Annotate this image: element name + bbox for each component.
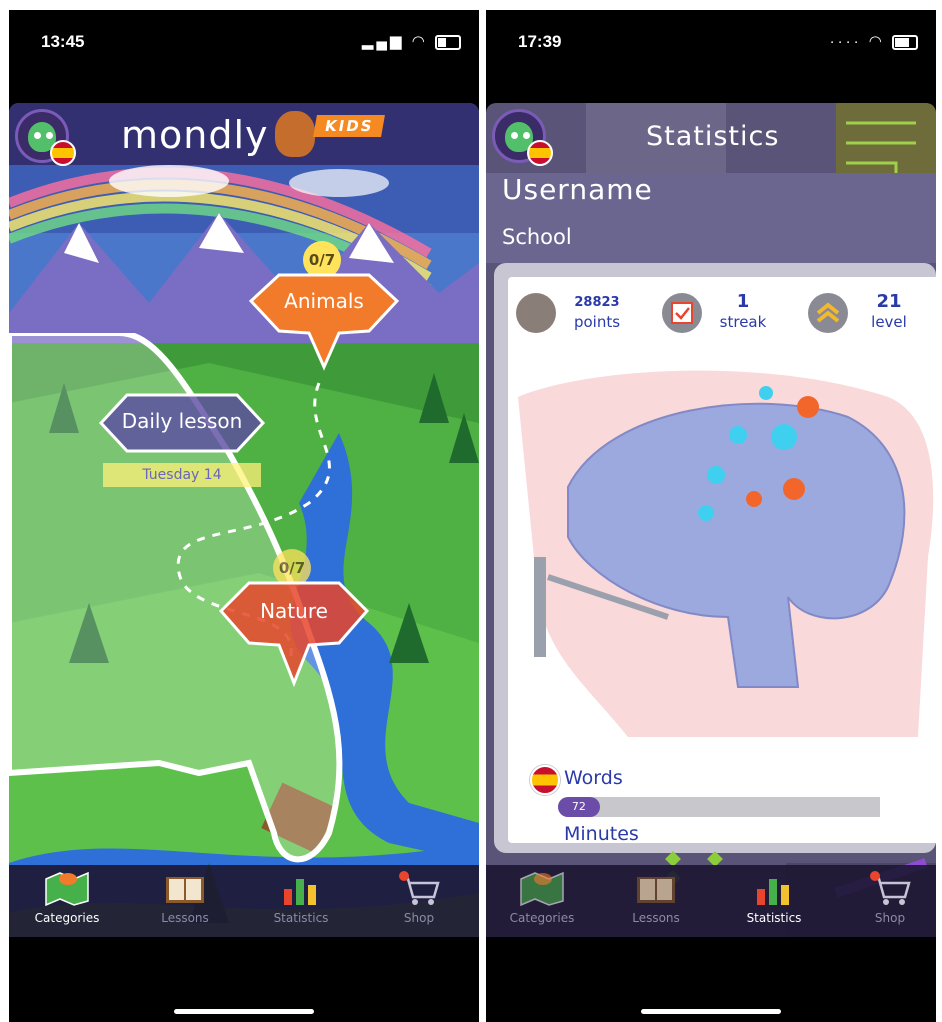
- minutes-label: Minutes: [564, 823, 639, 843]
- tab-categories[interactable]: Categories: [17, 871, 117, 925]
- status-time: 13:45: [41, 32, 85, 51]
- map-icon: [519, 871, 565, 907]
- page-title: Statistics: [646, 121, 780, 152]
- spain-flag-icon[interactable]: [50, 140, 76, 166]
- daily-lesson-label: Daily lesson: [121, 409, 243, 433]
- tab-statistics[interactable]: Statistics: [724, 871, 824, 925]
- tab-shop-label: Shop: [403, 911, 435, 925]
- words-progress-bar: 72: [558, 797, 880, 817]
- wifi-icon: ◠: [411, 33, 428, 50]
- tab-statistics-label: Statistics: [746, 911, 802, 925]
- tab-shop[interactable]: Shop: [840, 871, 936, 925]
- status-bar: 13:45 ▂▄▆ ◠: [9, 10, 479, 70]
- avatar-eye: [46, 132, 53, 139]
- spain-flag-icon: [530, 765, 560, 795]
- nature-bubble-shape: [218, 581, 370, 688]
- signal-icon: ▂▄▆: [361, 33, 405, 50]
- stats-card: 28823 points 1 streak 21 level Words 72 …: [508, 277, 936, 843]
- map-icon: [44, 871, 90, 907]
- battery-icon: [435, 34, 461, 50]
- tab-categories[interactable]: Categories: [492, 871, 592, 925]
- username: Username: [502, 173, 653, 206]
- streak-label: streak: [719, 313, 767, 331]
- tab-categories-label: Categories: [34, 911, 100, 925]
- daily-lesson-date: Tuesday 14: [142, 467, 222, 483]
- shopping-cart-icon: [867, 871, 913, 907]
- level-chevron-icon: [808, 293, 848, 333]
- nature-label: Nature: [260, 599, 328, 623]
- right-phone: 17:39 ···· ◠ Statistics Username School …: [486, 10, 936, 1022]
- home-indicator[interactable]: [641, 1009, 781, 1014]
- level-label: level: [871, 313, 907, 331]
- battery-icon: [892, 34, 918, 50]
- streak-value: 1: [736, 291, 750, 312]
- categories-screen: 0/7 Animals Daily lesson Tuesday 14 0/7 …: [9, 103, 479, 937]
- avatar-eye: [523, 132, 530, 139]
- avatar-eye: [511, 132, 518, 139]
- status-time: 17:39: [518, 32, 562, 51]
- points-value: 28823: [574, 295, 620, 310]
- statistics-screen: Statistics Username School 28823 points …: [486, 103, 936, 937]
- wifi-icon: ◠: [868, 33, 885, 50]
- calendar-icon: [662, 293, 702, 333]
- app-header: mondly KIDS: [9, 103, 479, 166]
- animals-bubble-shape: [248, 273, 400, 371]
- animals-label: Animals: [284, 289, 364, 313]
- home-indicator[interactable]: [174, 1009, 314, 1014]
- tab-lessons[interactable]: Lessons: [135, 871, 235, 925]
- tab-statistics-label: Statistics: [273, 911, 329, 925]
- profile-avatar[interactable]: [15, 109, 76, 166]
- status-icons: ▂▄▆ ◠: [362, 32, 461, 50]
- words-label: Words: [564, 767, 623, 789]
- tab-lessons-label: Lessons: [161, 911, 209, 925]
- book-icon: [633, 871, 679, 907]
- signal-icon: ····: [829, 33, 862, 50]
- school-name: School: [502, 225, 572, 249]
- brain-illustration: [518, 370, 934, 737]
- tab-shop-label: Shop: [874, 911, 906, 925]
- kids-badge: KIDS: [313, 115, 386, 137]
- bar-chart-icon: [278, 871, 324, 907]
- cat-mascot-icon: [275, 111, 315, 157]
- tab-statistics[interactable]: Statistics: [251, 871, 351, 925]
- avatar-eye: [34, 132, 41, 139]
- profile-avatar[interactable]: [492, 109, 553, 166]
- status-icons: ···· ◠: [830, 32, 918, 50]
- tab-categories-label: Categories: [509, 911, 575, 925]
- spain-flag-icon[interactable]: [527, 140, 553, 166]
- bar-chart-icon: [751, 871, 797, 907]
- book-icon: [162, 871, 208, 907]
- level-value: 21: [876, 291, 902, 312]
- cat-points-icon: [516, 293, 556, 333]
- tab-lessons-label: Lessons: [632, 911, 680, 925]
- tab-lessons[interactable]: Lessons: [606, 871, 706, 925]
- tab-bar: Categories Lessons Statistics Shop: [486, 865, 936, 937]
- tab-bar: Categories Lessons Statistics Shop: [9, 865, 479, 937]
- mondly-logo: mondly: [121, 113, 269, 157]
- points-label: points: [573, 313, 621, 331]
- left-phone: 13:45 ▂▄▆ ◠ 0/7 Animals Daily lesson Tue…: [9, 10, 479, 1022]
- words-progress-fill: 72: [558, 797, 600, 817]
- shopping-cart-icon: [396, 871, 442, 907]
- tab-shop[interactable]: Shop: [369, 871, 469, 925]
- status-bar: 17:39 ···· ◠: [486, 10, 936, 70]
